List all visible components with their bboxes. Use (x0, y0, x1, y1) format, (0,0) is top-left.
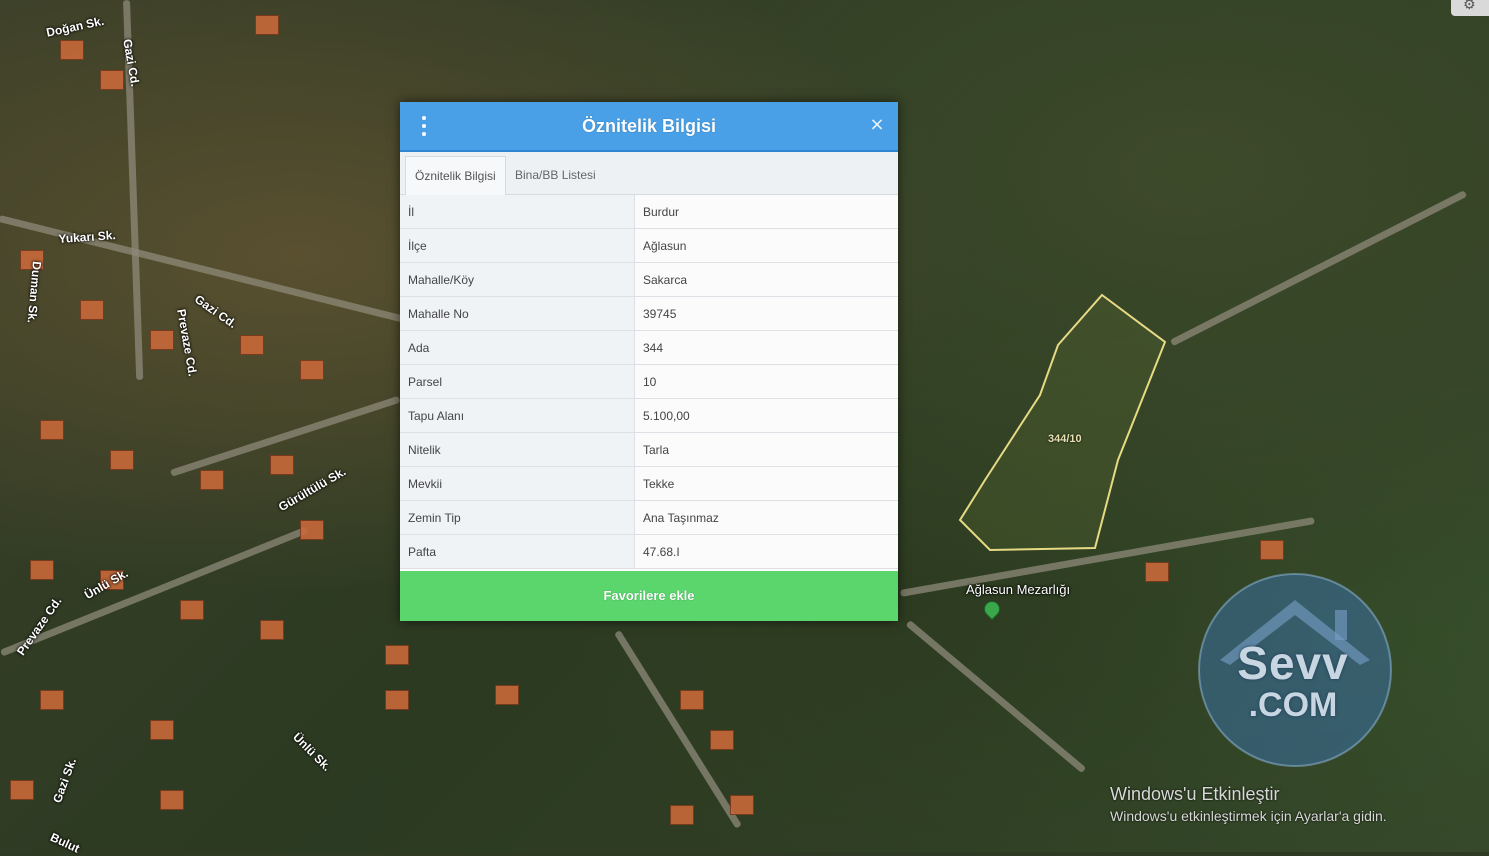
table-row: Ada 344 (400, 330, 898, 365)
dialog-title: Öznitelik Bilgisi (581, 116, 717, 136)
table-row: Zemin Tip Ana Taşınmaz (400, 500, 898, 535)
table-row: Mahalle/Köy Sakarca (400, 262, 898, 297)
table-row: Mahalle No 39745 (400, 296, 898, 331)
attr-key: Mahalle No (400, 296, 635, 331)
attr-value: Tekke (634, 466, 898, 501)
attr-key: Tapu Alanı (400, 398, 635, 433)
tab-building-list[interactable]: Bina/BB Listesi (506, 156, 605, 194)
attribute-table: İl Burdur İlçe Ağlasun Mahalle/Köy Sakarca … (400, 195, 898, 569)
attr-key: İl (400, 195, 635, 229)
activation-subtitle: Windows'u etkinleştirmek için Ayarlar'a … (1110, 808, 1387, 824)
settings-button[interactable]: ⚙ (1451, 0, 1489, 16)
attr-value: Ana Taşınmaz (634, 500, 898, 535)
attr-value: 344 (634, 330, 898, 365)
attr-key: Mevkii (400, 466, 635, 501)
attr-key: Zemin Tip (400, 500, 635, 535)
attr-value: 10 (634, 364, 898, 399)
cemetery-label: Ağlasun Mezarlığı (966, 582, 1071, 597)
table-row: İl Burdur (400, 195, 898, 229)
dialog-header: Öznitelik Bilgisi × (400, 102, 898, 152)
attr-key: Nitelik (400, 432, 635, 467)
attr-value: 5.100,00 (634, 398, 898, 433)
attr-key: Parsel (400, 364, 635, 399)
attr-value: Ağlasun (634, 228, 898, 263)
close-icon[interactable]: × (868, 114, 886, 136)
attr-value: 47.68.I (634, 534, 898, 569)
tab-attribute-info[interactable]: Öznitelik Bilgisi (405, 156, 506, 195)
gear-icon: ⚙ (1463, 0, 1476, 13)
watermark-text: Sevv .COM (1208, 640, 1378, 722)
attr-key: İlçe (400, 228, 635, 263)
watermark-line2: .COM (1248, 686, 1338, 724)
activation-title: Windows'u Etkinleştir (1110, 784, 1280, 804)
attr-value: 39745 (634, 296, 898, 331)
attr-key: Ada (400, 330, 635, 365)
attr-key: Mahalle/Köy (400, 262, 635, 297)
attribute-info-dialog: Öznitelik Bilgisi × Öznitelik Bilgisi Bi… (400, 102, 898, 621)
attr-key: Pafta (400, 534, 635, 569)
watermark-line1: Sevv (1237, 637, 1349, 689)
table-row: Mevkii Tekke (400, 466, 898, 501)
table-row: Tapu Alanı 5.100,00 (400, 398, 898, 433)
table-row: Pafta 47.68.I (400, 534, 898, 569)
add-to-favorites-button[interactable]: Favorilere ekle (400, 571, 898, 621)
tab-bar: Öznitelik Bilgisi Bina/BB Listesi (400, 152, 898, 195)
attr-value: Tarla (634, 432, 898, 467)
table-row: İlçe Ağlasun (400, 228, 898, 263)
attr-value: Burdur (634, 195, 898, 229)
windows-activation-notice: Windows'u Etkinleştir Windows'u etkinleş… (1110, 784, 1387, 824)
table-row: Parsel 10 (400, 364, 898, 399)
parcel-label: 344/10 (1048, 433, 1082, 445)
table-row: Nitelik Tarla (400, 432, 898, 467)
attr-value: Sakarca (634, 262, 898, 297)
